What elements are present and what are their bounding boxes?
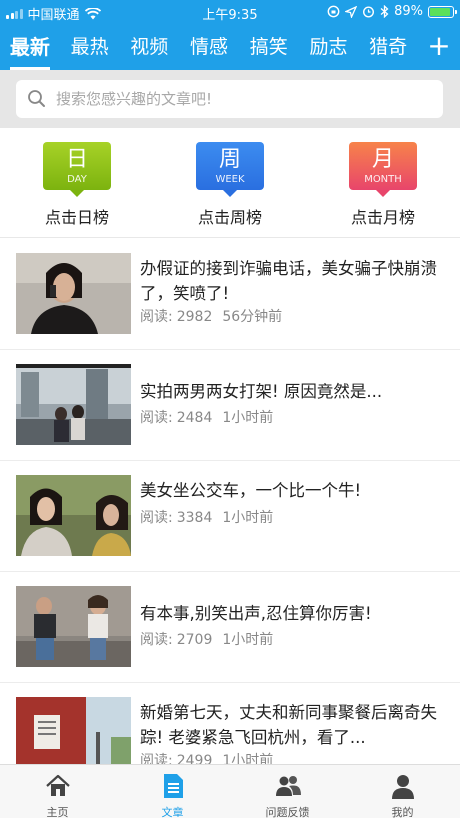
- post-time: 1小时前: [222, 753, 274, 764]
- profile-icon: [391, 775, 414, 799]
- nav-articles[interactable]: 文章: [115, 765, 230, 818]
- tab-3[interactable]: 情感: [179, 24, 239, 70]
- search-input[interactable]: [56, 90, 416, 108]
- article-item[interactable]: 新婚第七天，丈夫和新同事聚餐后离奇失踪! 老婆紧急飞回杭州，看了... 阅读: 2…: [0, 683, 460, 764]
- weekly-rank-label: 点击周榜: [197, 208, 262, 227]
- rank-section: 日 DAY 点击日榜 周 WEEK 点击周榜 月 MONTH 点击月榜: [0, 128, 460, 238]
- post-time: 1小时前: [222, 410, 274, 426]
- post-time: 56分钟前: [222, 309, 283, 325]
- nav-home-label: 主页: [46, 806, 69, 818]
- article-meta: 阅读: 2709 1小时前: [140, 629, 273, 649]
- nav-profile[interactable]: 我的: [345, 765, 460, 818]
- read-count: 2709: [176, 632, 213, 648]
- read-count: 2982: [176, 309, 213, 325]
- bluetooth-icon: [380, 5, 389, 18]
- article-item[interactable]: 实拍两男两女打架! 原因竟然是... 阅读: 2484 1小时前: [0, 350, 460, 461]
- home-icon: [45, 774, 70, 796]
- read-count: 2484: [176, 410, 213, 426]
- read-count: 2499: [176, 753, 213, 764]
- day-badge-icon: 日 DAY: [43, 142, 111, 197]
- daily-rank-label: 点击日榜: [44, 208, 109, 227]
- monthly-rank-button[interactable]: 月 MONTH 点击月榜: [333, 142, 433, 228]
- read-label: 阅读:: [140, 632, 173, 648]
- category-tabs: 最新 最热 视频 情感 搞笑 励志 猎奇: [0, 24, 418, 70]
- orientation-lock-icon: [327, 5, 340, 18]
- article-title: 办假证的接到诈骗电话，美女骗子快崩溃了，笑喷了!: [140, 259, 437, 303]
- article-item[interactable]: 美女坐公交车，一个比一个牛! 阅读: 3384 1小时前: [0, 461, 460, 572]
- weekly-rank-button[interactable]: 周 WEEK 点击周榜: [180, 142, 280, 228]
- article-title: 美女坐公交车，一个比一个牛!: [140, 481, 362, 500]
- location-icon: [345, 5, 358, 18]
- category-tab-bar: 最新 最热 视频 情感 搞笑 励志 猎奇 +: [0, 24, 460, 70]
- battery-percent: 89%: [394, 4, 423, 19]
- nav-profile-label: 我的: [391, 806, 414, 818]
- tab-0[interactable]: 最新: [0, 24, 60, 70]
- nav-feedback[interactable]: 问题反馈: [230, 765, 345, 818]
- article-meta: 阅读: 2982 56分钟前: [140, 306, 282, 326]
- read-label: 阅读:: [140, 510, 173, 526]
- article-list: 办假证的接到诈骗电话，美女骗子快崩溃了，笑喷了! 阅读: 2982 56分钟前 实拍…: [0, 239, 460, 764]
- article-icon: [163, 774, 183, 798]
- article-meta: 阅读: 2499 1小时前: [140, 750, 273, 764]
- nav-home[interactable]: 主页: [0, 765, 115, 818]
- week-badge-icon: 周 WEEK: [196, 142, 264, 197]
- status-bar: 中国联通 上午9:35 89%: [0, 0, 460, 24]
- search-area: [0, 70, 460, 128]
- nav-feedback-label: 问题反馈: [265, 806, 310, 818]
- month-badge-icon: 月 MONTH: [349, 142, 417, 197]
- search-box[interactable]: [16, 80, 443, 118]
- article-thumbnail: [16, 697, 131, 764]
- search-icon: [28, 90, 45, 107]
- read-count: 3384: [176, 510, 213, 526]
- post-time: 1小时前: [222, 510, 274, 526]
- article-item[interactable]: 办假证的接到诈骗电话，美女骗子快崩溃了，笑喷了! 阅读: 2982 56分钟前: [0, 239, 460, 350]
- tab-2[interactable]: 视频: [119, 24, 179, 70]
- monthly-rank-label: 点击月榜: [350, 208, 415, 227]
- tab-1[interactable]: 最热: [60, 24, 120, 70]
- bottom-nav: 主页 文章 问题反馈 我的: [0, 764, 460, 818]
- tab-6[interactable]: 猎奇: [358, 24, 418, 70]
- alarm-icon: [363, 6, 375, 18]
- battery-icon: [428, 5, 457, 18]
- read-label: 阅读:: [140, 410, 173, 426]
- article-title: 新婚第七天，丈夫和新同事聚餐后离奇失踪! 老婆紧急飞回杭州，看了...: [140, 703, 437, 747]
- read-label: 阅读:: [140, 309, 173, 325]
- read-label: 阅读:: [140, 753, 173, 764]
- article-title: 有本事,别笑出声,忍住算你厉害!: [140, 604, 372, 623]
- article-thumbnail: [16, 253, 131, 334]
- add-category-button[interactable]: +: [418, 24, 460, 70]
- article-title: 实拍两男两女打架! 原因竟然是...: [140, 382, 383, 401]
- article-thumbnail: [16, 364, 131, 445]
- article-thumbnail: [16, 586, 131, 667]
- post-time: 1小时前: [222, 632, 274, 648]
- tab-4[interactable]: 搞笑: [239, 24, 299, 70]
- article-thumbnail: [16, 475, 131, 556]
- daily-rank-button[interactable]: 日 DAY 点击日榜: [27, 142, 127, 228]
- article-meta: 阅读: 2484 1小时前: [140, 407, 273, 427]
- article-meta: 阅读: 3384 1小时前: [140, 507, 273, 527]
- article-item[interactable]: 有本事,别笑出声,忍住算你厉害! 阅读: 2709 1小时前: [0, 572, 460, 683]
- nav-articles-label: 文章: [161, 806, 184, 818]
- tab-5[interactable]: 励志: [299, 24, 359, 70]
- feedback-icon: [275, 776, 301, 796]
